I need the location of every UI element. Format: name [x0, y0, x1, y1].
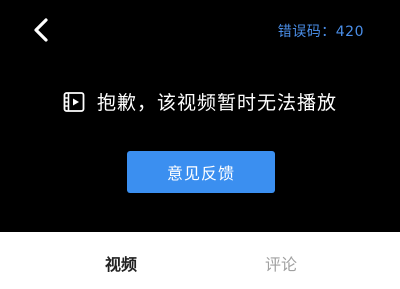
video-player: 错误码：420 抱歉，该视频暂时无法播放 意见反馈	[0, 0, 400, 232]
tab-video[interactable]: 视频	[105, 251, 137, 275]
error-code: 错误码：420	[277, 24, 364, 40]
back-button[interactable]	[30, 16, 54, 44]
tab-bar: 视频 评论	[0, 232, 400, 289]
chevron-left-icon	[34, 18, 48, 42]
error-message: 抱歉，该视频暂时无法播放	[96, 92, 337, 114]
film-icon	[63, 91, 85, 112]
tab-comments[interactable]: 评论	[265, 251, 297, 275]
error-message-row: 抱歉，该视频暂时无法播放	[0, 88, 400, 115]
feedback-button[interactable]: 意见反馈	[127, 151, 275, 193]
